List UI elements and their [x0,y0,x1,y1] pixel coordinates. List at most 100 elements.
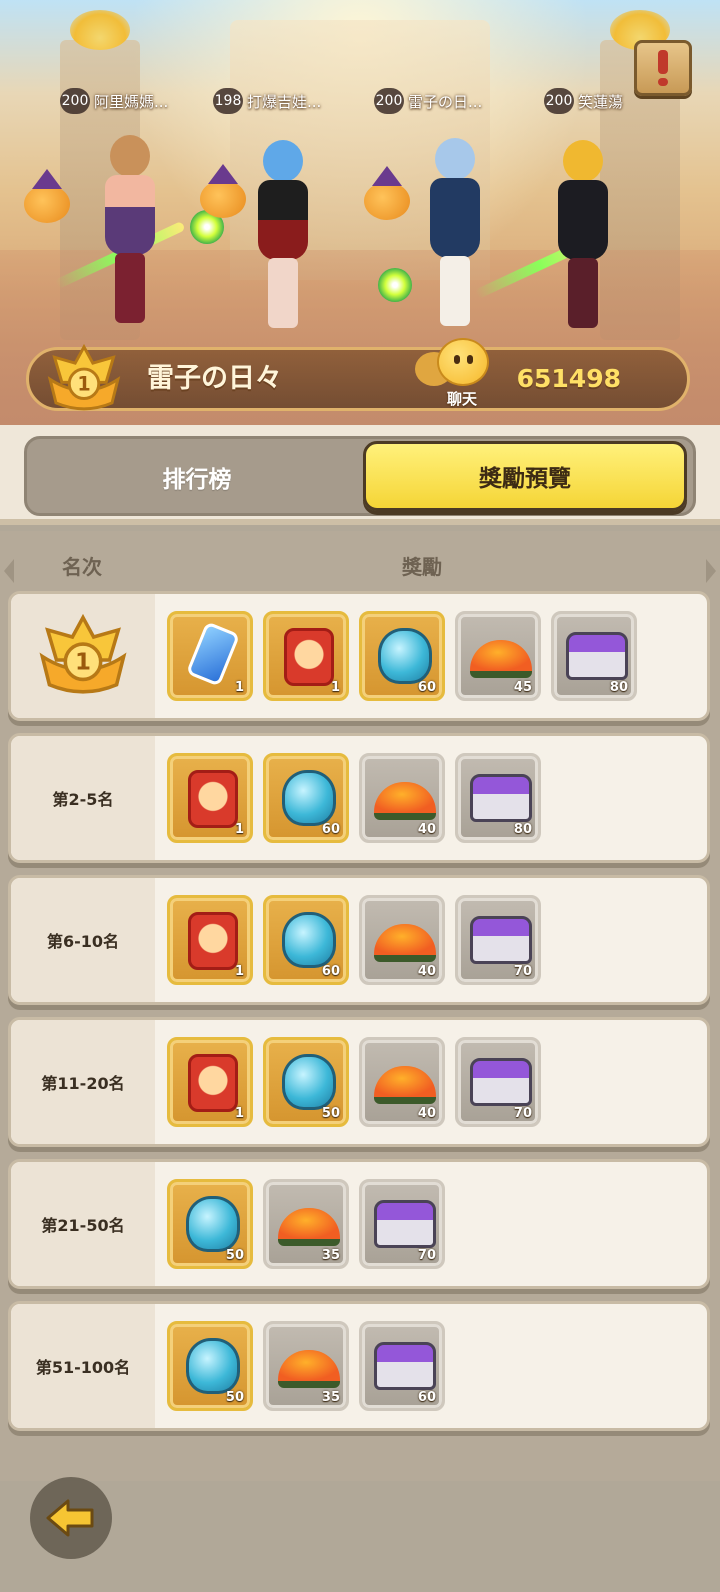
rank-label: 第11-20名 [41,1074,125,1093]
red-card-icon [188,770,238,828]
reward-item[interactable]: 80 [551,611,637,701]
reward-item[interactable]: 70 [455,1037,541,1127]
item-quantity: 80 [513,822,532,837]
reward-items: 1 50 40 70 [167,1037,541,1127]
item-quantity: 50 [225,1390,244,1405]
item-quantity: 1 [234,680,244,695]
blue-potion-icon [282,770,336,826]
item-quantity: 50 [321,1106,340,1121]
item-quantity: 1 [234,822,244,837]
item-quantity: 45 [513,680,532,695]
red-card-icon [284,628,334,686]
rank-cell: 1 [11,594,155,718]
player-tag: 200 雷子の日... [374,88,482,114]
reward-item[interactable]: 1 [167,895,253,985]
reward-item[interactable]: 40 [359,1037,445,1127]
reward-item[interactable]: 45 [455,611,541,701]
reward-item[interactable]: 1 [167,611,253,701]
player-character[interactable] [95,135,165,325]
exclamation-icon [658,50,668,86]
reward-item[interactable]: 70 [455,895,541,985]
reward-item[interactable]: 40 [359,895,445,985]
reward-row: 第51-100名 50 35 60 [8,1301,710,1431]
item-quantity: 50 [225,1248,244,1263]
reward-item[interactable]: 35 [263,1321,349,1411]
item-quantity: 40 [417,822,436,837]
chat-label: 聊天 [446,390,477,408]
player-tag: 198 打爆吉娃... [213,88,321,114]
food-plate-icon [278,1350,340,1388]
purple-chest-icon [470,1058,532,1106]
food-plate-icon [374,924,436,962]
player-name: 雷子の日... [408,92,483,111]
reward-item[interactable]: 80 [455,753,541,843]
reward-item[interactable]: 1 [167,1037,253,1127]
scroll-right-arrow-icon [706,559,716,583]
reward-list[interactable]: 名次 獎勵 1 1 1 60 45 80 第2-5名 1 60 40 80 第6-10名 1 60 40 70… [0,531,720,1481]
item-quantity: 80 [609,680,628,695]
item-quantity: 40 [417,1106,436,1121]
player-character[interactable] [248,140,318,330]
reward-item[interactable]: 70 [359,1179,445,1269]
rank-cell: 第6-10名 [11,878,155,1002]
column-header-reward: 獎勵 [402,555,442,579]
food-plate-icon [278,1208,340,1246]
reward-items: 50 35 60 [167,1321,445,1411]
back-button[interactable] [30,1477,112,1559]
item-quantity: 40 [417,964,436,979]
champion-name: 雷子の日々 [147,363,282,394]
tab-leaderboard[interactable]: 排行榜 [35,443,359,511]
reward-item[interactable]: 40 [359,753,445,843]
player-character[interactable] [548,140,618,330]
purple-chest-icon [470,916,532,964]
purple-chest-icon [374,1200,436,1248]
item-quantity: 60 [321,964,340,979]
reward-item[interactable]: 35 [263,1179,349,1269]
reward-item[interactable]: 60 [263,895,349,985]
blue-potion-icon [282,912,336,968]
reward-item[interactable]: 60 [359,1321,445,1411]
reward-row: 第21-50名 50 35 70 [8,1159,710,1289]
item-quantity: 1 [234,964,244,979]
reward-item[interactable]: 1 [167,753,253,843]
player-character[interactable] [420,138,490,328]
blue-potion-icon [186,1196,240,1252]
reward-item[interactable]: 50 [263,1037,349,1127]
reward-row: 第11-20名 1 50 40 70 [8,1017,710,1147]
champion-bar: 1 雷子の日々 聊天 651498 [26,338,690,414]
red-card-icon [188,912,238,970]
red-card-icon [188,1054,238,1112]
magic-orb [378,268,412,302]
item-quantity: 70 [513,964,532,979]
rank-cell: 第11-20名 [11,1020,155,1144]
level-badge: 200 [374,88,404,114]
rank-cell: 第2-5名 [11,736,155,860]
champion-rank: 1 [77,372,90,395]
reward-items: 1 60 40 80 [167,753,541,843]
level-badge: 198 [213,88,243,114]
reward-item[interactable]: 60 [263,753,349,843]
tab-group: 排行榜 獎勵預覽 [24,436,696,516]
arena-scene: 200 阿里媽媽... 198 打爆吉娃... 200 雷子の日... 200 … [0,0,720,425]
reward-items: 50 35 70 [167,1179,445,1269]
rank-cell: 第51-100名 [11,1304,155,1428]
item-quantity: 70 [513,1106,532,1121]
tab-reward-preview[interactable]: 獎勵預覽 [363,441,687,511]
reward-row: 1 1 1 60 45 80 [8,591,710,721]
player-tag: 200 笑蓮蕩 [544,88,623,114]
rank-label: 1 [75,650,91,676]
champion-score: 651498 [516,364,621,393]
reward-item[interactable]: 50 [167,1179,253,1269]
bottom-bar [0,1481,720,1592]
chat-button[interactable]: 聊天 [415,338,495,414]
item-quantity: 70 [417,1248,436,1263]
rank-crown-icon: 1 [47,343,121,414]
ticket-tag-icon [185,621,241,687]
reward-item[interactable]: 1 [263,611,349,701]
food-plate-icon [374,1066,436,1104]
notice-button[interactable] [634,40,692,96]
reward-item[interactable]: 50 [167,1321,253,1411]
blue-potion-icon [186,1338,240,1394]
reward-item[interactable]: 60 [359,611,445,701]
food-plate-icon [374,782,436,820]
